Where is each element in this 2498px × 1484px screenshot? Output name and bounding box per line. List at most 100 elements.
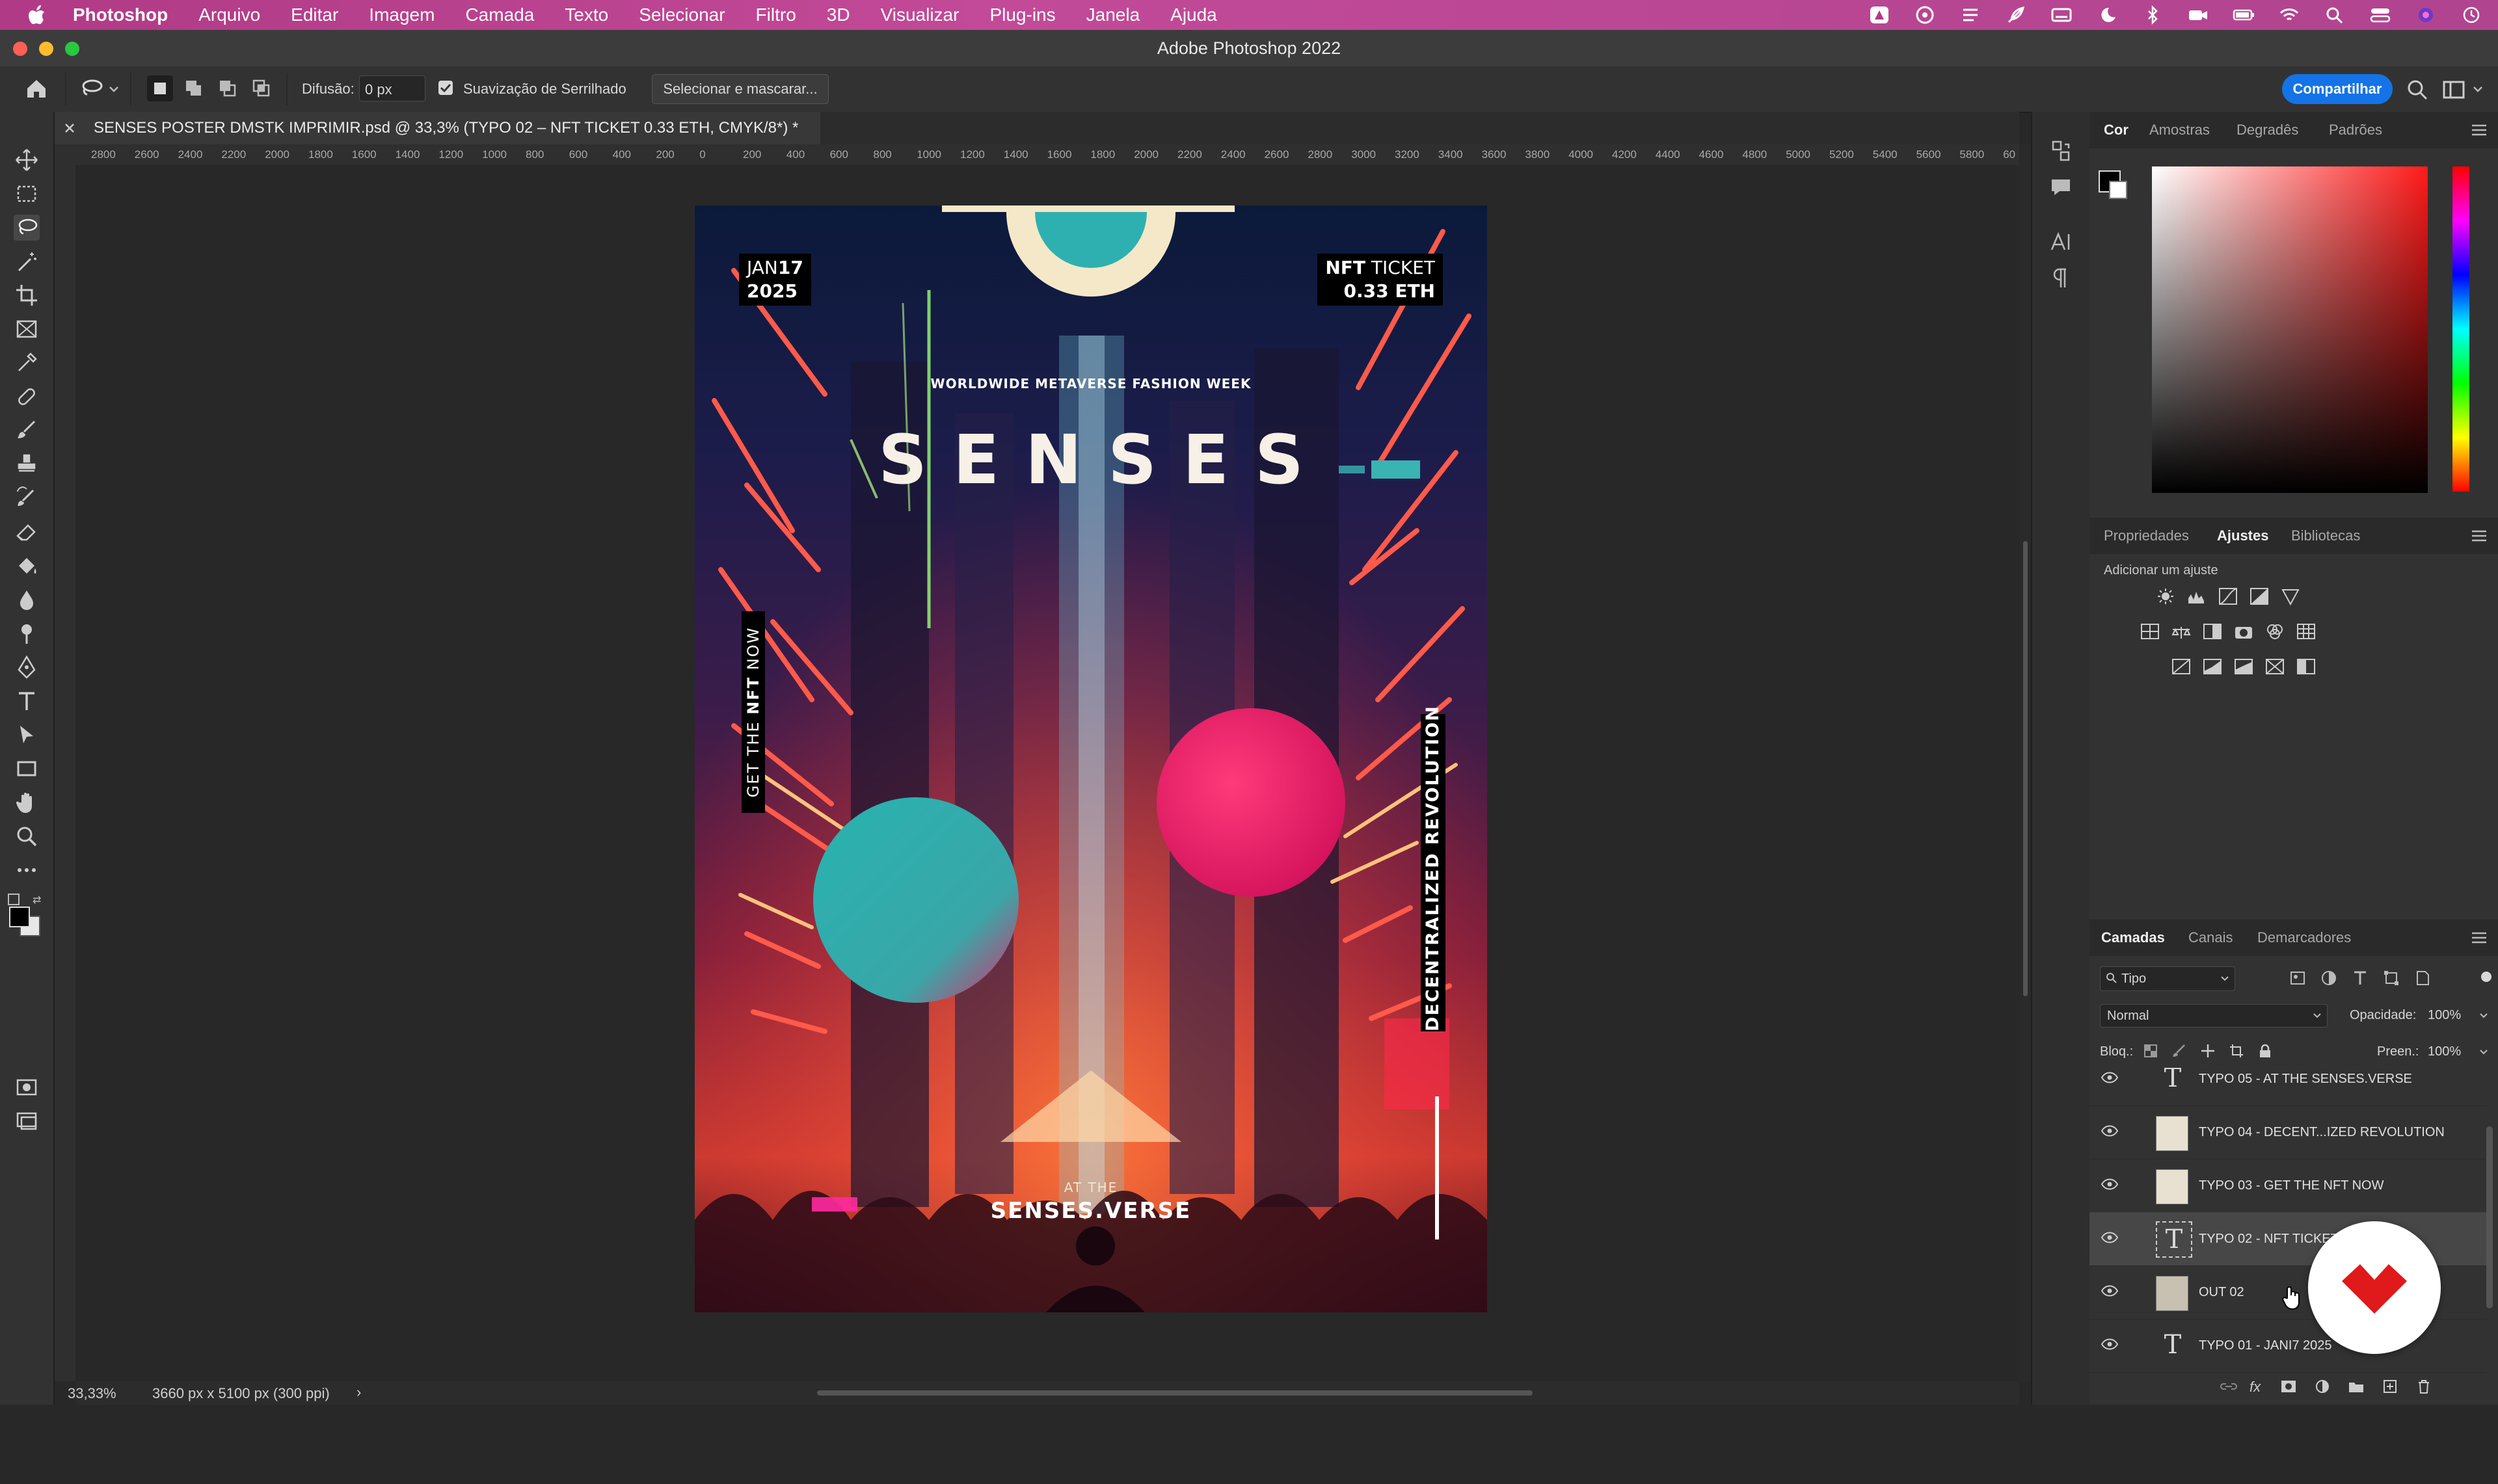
layer-row[interactable]: TYPO 04 - DECENT...IZED REVOLUTION xyxy=(2089,1106,2486,1159)
brush-tool[interactable] xyxy=(14,417,40,444)
filter-toggle-switch[interactable] xyxy=(2481,972,2491,982)
layer-filter-select[interactable]: Tipo xyxy=(2100,966,2235,991)
tab-camadas[interactable]: Camadas xyxy=(2101,920,2165,956)
menu-selecionar[interactable]: Selecionar xyxy=(639,5,725,25)
lasso-tool[interactable] xyxy=(14,215,40,241)
crop-tool[interactable] xyxy=(14,282,40,308)
dodge-tool[interactable] xyxy=(14,620,40,646)
share-button[interactable]: Compartilhar xyxy=(2282,74,2393,104)
default-colors-icon[interactable] xyxy=(8,894,20,905)
menu-camada[interactable]: Camada xyxy=(465,5,534,25)
select-and-mask-button[interactable]: Selecionar e mascarar... xyxy=(652,74,829,104)
poster-artwork[interactable]: JAN17 2025 NFT TICKET 0.33 ETH WORLDWIDE… xyxy=(695,205,1487,1312)
opacity-input[interactable]: 100% xyxy=(2428,1008,2461,1023)
close-icon[interactable] xyxy=(64,122,75,134)
add-mask-icon[interactable] xyxy=(2279,1379,2298,1394)
zoom-level[interactable]: 33,33% xyxy=(68,1385,116,1402)
horizontal-scroll-thumb[interactable] xyxy=(817,1390,1533,1396)
clock-icon[interactable] xyxy=(2460,5,2482,25)
tab-padroes[interactable]: Padrões xyxy=(2329,112,2382,148)
tab-degrades[interactable]: Degradês xyxy=(2236,112,2298,148)
menu-imagem[interactable]: Imagem xyxy=(369,5,435,25)
adjustment-filter-icon[interactable] xyxy=(2320,969,2338,987)
layer-row[interactable]: TYPO 03 - GET THE NFT NOW xyxy=(2089,1159,2486,1213)
magic-wand-tool[interactable] xyxy=(14,248,40,274)
lock-position-icon[interactable] xyxy=(2200,1043,2216,1059)
fill-input[interactable]: 100% xyxy=(2428,1044,2461,1059)
tab-amostras[interactable]: Amostras xyxy=(2149,112,2210,148)
frame-tool[interactable] xyxy=(14,316,40,342)
curves-adjust-icon[interactable] xyxy=(2217,587,2239,606)
brightness-adjust-icon[interactable] xyxy=(2155,587,2177,606)
healing-brush-tool[interactable] xyxy=(14,384,40,410)
hand-tool[interactable] xyxy=(14,789,40,815)
lasso-tool-icon[interactable] xyxy=(78,77,104,100)
new-adjustment-icon[interactable] xyxy=(2313,1379,2331,1394)
panel-menu-icon[interactable] xyxy=(2471,931,2488,944)
menu-3d[interactable]: 3D xyxy=(827,5,850,25)
adobe-cc-icon[interactable] xyxy=(1868,5,1890,25)
link-layers-icon[interactable] xyxy=(2220,1379,2238,1394)
lock-artboard-icon[interactable] xyxy=(2229,1043,2244,1059)
eye-icon[interactable] xyxy=(2101,1285,2118,1297)
tab-ajustes[interactable]: Ajustes xyxy=(2217,518,2268,554)
menu-editar[interactable]: Editar xyxy=(291,5,338,25)
chevron-down-icon[interactable] xyxy=(2472,85,2484,94)
panel-menu-icon[interactable] xyxy=(2471,124,2488,137)
feather-icon[interactable] xyxy=(2005,5,2027,25)
posterize-adjust-icon[interactable] xyxy=(2201,657,2223,676)
color-lookup-adjust-icon[interactable] xyxy=(2295,622,2317,641)
status-chevron-icon[interactable]: › xyxy=(356,1384,361,1401)
control-center-icon[interactable] xyxy=(2369,5,2391,25)
move-tool[interactable] xyxy=(14,147,40,173)
tab-canais[interactable]: Canais xyxy=(2188,920,2233,956)
gradient-map-adjust-icon[interactable] xyxy=(2264,657,2286,676)
history-panel-icon[interactable] xyxy=(2048,138,2074,164)
menu-plugins[interactable]: Plug-ins xyxy=(989,5,1055,25)
chevron-down-icon[interactable] xyxy=(108,85,120,94)
document-tab[interactable]: SENSES POSTER DMSTK IMPRIMIR.psd @ 33,3%… xyxy=(55,112,821,144)
path-selection-tool[interactable] xyxy=(14,722,40,748)
keyboard-icon[interactable] xyxy=(2050,5,2073,25)
list-icon[interactable] xyxy=(1959,5,1981,25)
menu-janela[interactable]: Janela xyxy=(1086,5,1140,25)
lock-pixels-icon[interactable] xyxy=(2171,1043,2187,1059)
levels-adjust-icon[interactable] xyxy=(2186,587,2208,606)
quick-mask-button[interactable] xyxy=(14,1074,40,1100)
blur-tool[interactable] xyxy=(14,587,40,613)
home-icon[interactable] xyxy=(22,74,51,103)
intersect-selection-button[interactable] xyxy=(248,75,275,101)
invert-adjust-icon[interactable] xyxy=(2170,657,2192,676)
bluetooth-icon[interactable] xyxy=(2142,5,2164,25)
tab-demarcadores[interactable]: Demarcadores xyxy=(2257,920,2351,956)
comments-panel-icon[interactable] xyxy=(2048,174,2074,200)
feather-input[interactable]: 0 px xyxy=(359,75,425,101)
menu-photoshop[interactable]: Photoshop xyxy=(73,5,168,25)
add-selection-button[interactable] xyxy=(181,75,207,101)
new-selection-button[interactable] xyxy=(147,75,173,101)
marquee-tool[interactable] xyxy=(14,181,40,207)
chevron-down-icon[interactable] xyxy=(2478,1012,2489,1020)
new-layer-icon[interactable] xyxy=(2381,1379,2399,1394)
lock-transparency-icon[interactable] xyxy=(2143,1043,2158,1059)
paragraph-panel-icon[interactable] xyxy=(2048,265,2074,291)
eye-icon[interactable] xyxy=(2101,1232,2118,1243)
eyedropper-tool[interactable] xyxy=(14,350,40,376)
more-tools-button[interactable] xyxy=(14,857,40,883)
search-icon[interactable] xyxy=(2324,5,2346,25)
vertical-scrollbar[interactable] xyxy=(2019,144,2031,1381)
paint-bucket-tool[interactable] xyxy=(14,553,40,579)
character-panel-icon[interactable] xyxy=(2048,229,2074,255)
tab-propriedades[interactable]: Propriedades xyxy=(2104,518,2189,554)
eraser-tool[interactable] xyxy=(14,519,40,545)
subtract-selection-button[interactable] xyxy=(215,75,241,101)
camera-icon[interactable] xyxy=(2187,5,2209,25)
battery-icon[interactable] xyxy=(2233,5,2255,25)
antialias-checkbox[interactable] xyxy=(438,81,453,95)
threshold-adjust-icon[interactable] xyxy=(2233,657,2255,676)
menu-texto[interactable]: Texto xyxy=(565,5,608,25)
lock-all-icon[interactable] xyxy=(2257,1043,2273,1059)
apple-menu-icon[interactable] xyxy=(25,2,51,28)
workspace-icon[interactable] xyxy=(2441,77,2467,103)
layer-row[interactable]: T TYPO 05 - AT THE SENSES.VERSE xyxy=(2089,1068,2486,1106)
